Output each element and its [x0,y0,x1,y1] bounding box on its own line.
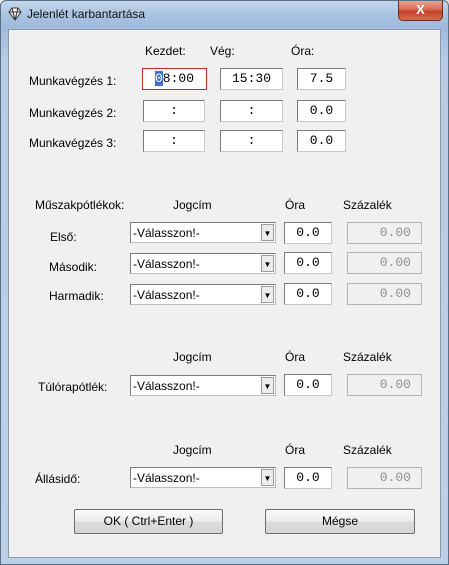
standby-reason-header: Jogcím [173,443,212,457]
window-title: Jelenlét karbantartása [27,7,146,21]
work-1-start-field[interactable]: 08:00 [142,68,207,90]
shift-section-title: Műszakpótlékok: [35,198,125,212]
overtime-hours-header: Óra [285,350,306,364]
standby-reason-value: -Válasszon!- [133,471,200,485]
work-3-label: Munkavégzés 3: [29,136,117,150]
chevron-down-icon[interactable]: ▼ [261,286,274,303]
chevron-down-icon[interactable]: ▼ [261,377,274,394]
chevron-down-icon[interactable]: ▼ [261,224,274,241]
shift-1-percent-field: 0.00 [347,222,422,244]
dialog-body: Kezdet: Vég: Óra: Munkavégzés 1: 08:00 1… [8,29,441,558]
overtime-hours-field[interactable]: 0.0 [284,374,332,396]
shift-2-reason-select[interactable]: -Válasszon!- ▼ [130,253,276,274]
shift-3-reason-select[interactable]: -Válasszon!- ▼ [130,284,276,305]
work-3-hours-field[interactable]: 0.0 [297,130,346,152]
ok-button[interactable]: OK ( Ctrl+Enter ) [74,509,223,534]
end-header: Vég: [210,44,235,58]
shift-2-reason-value: -Válasszon!- [133,257,200,271]
shift-2-hours-field[interactable]: 0.0 [284,252,332,274]
work-2-start-field[interactable]: : [143,100,205,122]
shift-3-hours-field[interactable]: 0.0 [284,283,332,305]
shift-3-label: Harmadik: [49,289,104,303]
shift-2-label: Második: [49,260,98,274]
shift-1-hours-field[interactable]: 0.0 [284,222,332,244]
close-button[interactable]: X [398,1,443,21]
standby-percent-field: 0.00 [347,467,422,489]
shift-percent-header: Százalék [343,198,392,212]
overtime-reason-header: Jogcím [173,350,212,364]
shift-1-reason-select[interactable]: -Válasszon!- ▼ [130,222,276,243]
work-3-end-field[interactable]: : [220,130,283,152]
shift-reason-header: Jogcím [173,198,212,212]
chevron-down-icon[interactable]: ▼ [261,255,274,272]
shift-2-percent-field: 0.00 [347,252,422,274]
standby-hours-field[interactable]: 0.0 [284,467,332,489]
work-1-hours-field[interactable]: 7.5 [297,68,346,90]
work-3-start-field[interactable]: : [143,130,205,152]
start-header: Kezdet: [145,44,186,58]
shift-3-reason-value: -Válasszon!- [133,288,200,302]
overtime-percent-header: Százalék [343,350,392,364]
diamond-icon [8,7,22,21]
dialog-window: Jelenlét karbantartása X Kezdet: Vég: Ór… [0,0,449,565]
shift-hours-header: Óra [285,198,306,212]
standby-percent-header: Százalék [343,443,392,457]
work-1-end-field[interactable]: 15:30 [220,68,283,90]
standby-label: Állásidő: [35,472,81,486]
work-1-label: Munkavégzés 1: [29,74,117,88]
title-bar[interactable]: Jelenlét karbantartása X [1,1,448,29]
overtime-percent-field: 0.00 [347,374,422,396]
work-2-label: Munkavégzés 2: [29,106,117,120]
standby-hours-header: Óra [285,443,306,457]
shift-3-percent-field: 0.00 [347,283,422,305]
cancel-button[interactable]: Mégse [265,509,415,534]
chevron-down-icon[interactable]: ▼ [261,469,274,486]
overtime-reason-value: -Válasszon!- [133,379,200,393]
standby-reason-select[interactable]: -Válasszon!- ▼ [130,467,276,488]
work-2-hours-field[interactable]: 0.0 [297,100,346,122]
start-field-selection: 0 [154,71,163,86]
overtime-label: Túlórapótlék: [38,380,108,394]
shift-1-label: Első: [50,230,77,244]
overtime-reason-select[interactable]: -Válasszon!- ▼ [130,375,276,396]
start-field-rest: 8:00 [162,71,195,86]
close-icon: X [416,2,425,17]
shift-1-reason-value: -Válasszon!- [133,226,200,240]
hours-header: Óra: [291,44,315,58]
work-2-end-field[interactable]: : [220,100,283,122]
